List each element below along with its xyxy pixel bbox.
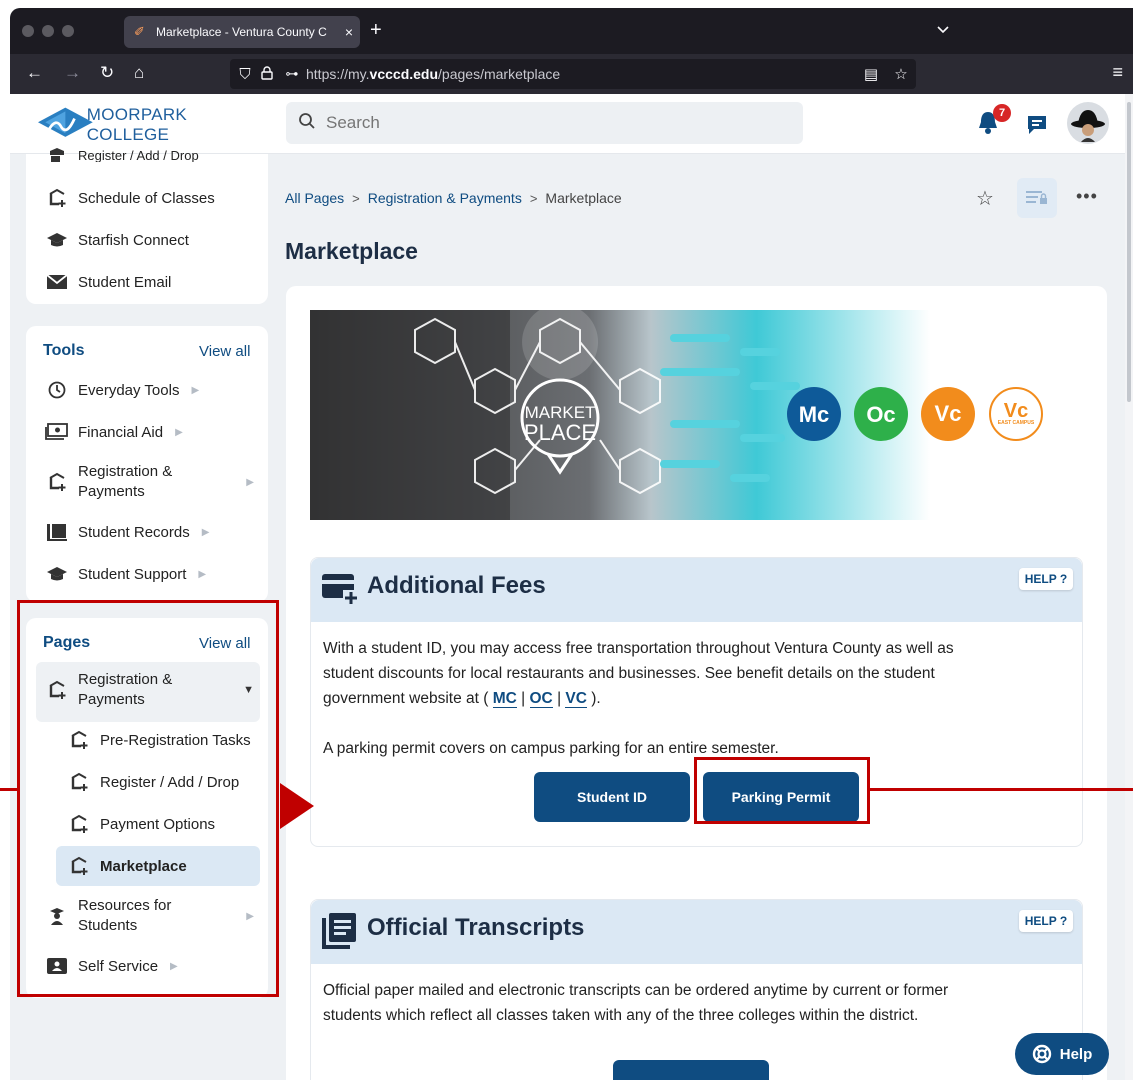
bookmark-star-icon[interactable]: ☆ [886, 65, 916, 83]
transcripts-paragraph: Official paper mailed and electronic tra… [323, 982, 949, 1024]
back-arrow-icon[interactable]: ← [26, 62, 43, 84]
transcripts-help-button[interactable]: HELP ? [1019, 910, 1073, 932]
page-layout-button[interactable] [1017, 178, 1057, 218]
window-minimize-button[interactable] [42, 25, 54, 37]
tracking-shield-icon[interactable]: ⛉ [234, 66, 256, 83]
sidebar-item-schedule-of-classes[interactable]: Schedule of Classes [44, 188, 215, 208]
annotation-arrow-icon [280, 783, 314, 829]
sidebar-item-starfish-connect[interactable]: Starfish Connect [44, 230, 189, 250]
search-input[interactable] [326, 113, 766, 133]
oc-badge-text: Oc [866, 402, 895, 427]
sidebar-item-student-records[interactable]: Student Records ▶ [44, 522, 209, 542]
breadcrumb: All Pages > Registration & Payments > Ma… [285, 190, 622, 206]
site-favicon-icon: ✐ [134, 24, 145, 39]
more-options-icon[interactable]: ••• [1076, 186, 1098, 207]
additional-fees-heading: Additional Fees [367, 572, 546, 599]
chevron-right-icon: ▶ [191, 384, 200, 396]
browser-titlebar: ✐ Marketplace - Ventura County C × + [10, 8, 1133, 54]
banner-place-text: PLACE [524, 420, 596, 445]
breadcrumb-separator: > [529, 190, 538, 206]
register-icon [44, 472, 70, 492]
fees-paragraph-1: With a student ID, you may access free t… [323, 640, 954, 708]
records-icon [44, 522, 70, 542]
official-transcripts-heading: Official Transcripts [367, 914, 585, 941]
portal-header: MOORPARK COLLEGE 7 [10, 94, 1133, 154]
window-zoom-button[interactable] [62, 25, 74, 37]
oc-link[interactable]: OC [529, 690, 553, 708]
tools-heading: Tools [43, 342, 85, 359]
tab-close-icon[interactable]: × [338, 24, 360, 40]
reload-icon[interactable]: ↻ [100, 62, 114, 84]
card-plus-icon [321, 572, 359, 611]
vc-east-badge-icon: Vc EAST CAMPUS [989, 387, 1043, 441]
browser-tab[interactable]: ✐ Marketplace - Ventura County C × [124, 16, 360, 48]
forward-arrow-icon[interactable]: → [64, 62, 81, 84]
home-icon[interactable]: ⌂ [134, 62, 144, 84]
official-transcript-button[interactable]: Official Transcript [613, 1060, 769, 1080]
sidebar-item-everyday-tools[interactable]: Everyday Tools ▶ [44, 380, 199, 400]
sidebar-item-student-support[interactable]: Student Support ▶ [44, 564, 206, 584]
annotation-right-line [870, 788, 1133, 791]
college-logo-icon [38, 107, 93, 137]
sidebar-item-register-partial[interactable]: Register / Add / Drop [44, 148, 199, 162]
college-name: MOORPARK COLLEGE [86, 105, 188, 144]
register-icon [44, 148, 70, 162]
annotation-sidebar-highlight-box [17, 600, 279, 997]
key-icon[interactable]: ⊶ [278, 66, 306, 82]
tab-title: Marketplace - Ventura County C [156, 25, 327, 39]
user-avatar[interactable] [1067, 102, 1109, 144]
annotation-left-line [0, 788, 17, 791]
official-transcripts-section: Official Transcripts HELP ? Official pap… [310, 899, 1083, 1080]
sidebar-item-financial-aid[interactable]: Financial Aid ▶ [44, 422, 183, 442]
student-id-button[interactable]: Student ID [534, 772, 690, 822]
chevron-right-icon: ▶ [198, 568, 207, 580]
college-logo[interactable]: MOORPARK COLLEGE [38, 104, 258, 146]
marketplace-banner: MARKET PLACE Mc Oc [310, 310, 930, 520]
chevron-right-icon: ▶ [246, 476, 254, 488]
tools-view-all-link[interactable]: View all [199, 343, 250, 360]
register-icon [44, 188, 70, 208]
address-bar[interactable]: ⛉ ⊶ https://my.vcccd.edu/pages/marketpla… [230, 59, 916, 89]
fees-help-button[interactable]: HELP ? [1019, 568, 1073, 590]
page-scrollbar-thumb[interactable] [1127, 102, 1131, 402]
help-chat-button[interactable]: Help [1015, 1033, 1109, 1075]
sidebar-item-registration-payments[interactable]: Registration & Payments ▶ [44, 462, 254, 502]
notification-count-badge: 7 [993, 104, 1011, 122]
cap-icon [44, 564, 70, 584]
annotation-parking-permit-box [694, 757, 870, 824]
breadcrumb-link-all-pages[interactable]: All Pages [285, 190, 344, 206]
lifebuoy-icon [1032, 1044, 1051, 1064]
cap-icon [44, 230, 70, 250]
transcript-list-icon [321, 912, 357, 955]
chevron-right-icon: ▶ [175, 426, 183, 438]
app-menu-icon[interactable]: ≡ [1112, 62, 1123, 83]
chevron-right-icon: ▶ [201, 526, 210, 538]
search-icon [298, 112, 316, 135]
vc-badge-icon: Vc [921, 387, 975, 441]
new-tab-button[interactable]: + [370, 20, 382, 40]
browser-navbar: ← → ↻ ⌂ ⛉ ⊶ https://my.vcccd.edu/pages/m… [10, 54, 1133, 94]
tab-list-chevron-icon[interactable] [936, 22, 950, 38]
money-icon [44, 422, 70, 442]
layout-lock-icon [1026, 191, 1047, 204]
page-title: Marketplace [285, 238, 418, 264]
reader-view-icon[interactable]: ▤ [856, 65, 886, 83]
breadcrumb-current: Marketplace [545, 190, 622, 206]
history-icon [44, 380, 70, 400]
search-box[interactable] [286, 102, 803, 144]
lock-icon[interactable] [256, 65, 278, 83]
sidebar-item-student-email[interactable]: Student Email [44, 272, 171, 292]
favorite-star-icon[interactable]: ☆ [976, 186, 994, 211]
breadcrumb-separator: > [352, 190, 360, 206]
mc-link[interactable]: MC [492, 690, 517, 708]
mc-badge-text: Mc [799, 402, 830, 427]
breadcrumb-link-registration-payments[interactable]: Registration & Payments [368, 190, 522, 206]
mail-icon [44, 272, 70, 292]
vc-link[interactable]: VC [565, 690, 587, 708]
messages-icon[interactable] [1026, 114, 1050, 136]
url-text: https://my.vcccd.edu/pages/marketplace [306, 66, 561, 82]
window-close-button[interactable] [22, 25, 34, 37]
